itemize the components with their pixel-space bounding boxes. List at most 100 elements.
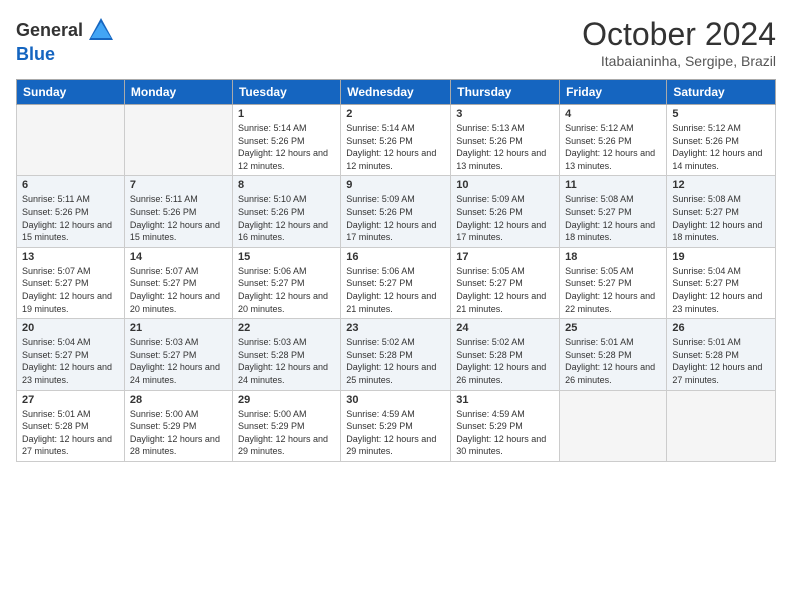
calendar-week-row: 20 Sunrise: 5:04 AM Sunset: 5:27 PM Dayli… <box>17 319 776 390</box>
day-info: Sunrise: 5:00 AM Sunset: 5:29 PM Dayligh… <box>130 408 227 458</box>
col-saturday: Saturday <box>667 80 776 105</box>
day-number: 23 <box>346 322 445 334</box>
calendar-cell <box>124 105 232 176</box>
day-info: Sunrise: 5:12 AM Sunset: 5:26 PM Dayligh… <box>672 122 770 172</box>
calendar-cell: 20 Sunrise: 5:04 AM Sunset: 5:27 PM Dayli… <box>17 319 125 390</box>
calendar-cell: 23 Sunrise: 5:02 AM Sunset: 5:28 PM Dayli… <box>341 319 451 390</box>
day-number: 15 <box>238 251 335 263</box>
calendar-cell: 19 Sunrise: 5:04 AM Sunset: 5:27 PM Dayli… <box>667 247 776 318</box>
day-info: Sunrise: 5:06 AM Sunset: 5:27 PM Dayligh… <box>238 265 335 315</box>
calendar-cell: 27 Sunrise: 5:01 AM Sunset: 5:28 PM Dayli… <box>17 390 125 461</box>
day-info: Sunrise: 5:00 AM Sunset: 5:29 PM Dayligh… <box>238 408 335 458</box>
title-block: October 2024 Itabaianinha, Sergipe, Braz… <box>582 16 776 69</box>
day-number: 25 <box>565 322 661 334</box>
day-info: Sunrise: 5:09 AM Sunset: 5:26 PM Dayligh… <box>456 193 554 243</box>
logo: General Blue <box>16 16 115 65</box>
location-subtitle: Itabaianinha, Sergipe, Brazil <box>582 53 776 69</box>
day-number: 14 <box>130 251 227 263</box>
col-monday: Monday <box>124 80 232 105</box>
col-tuesday: Tuesday <box>232 80 340 105</box>
day-info: Sunrise: 5:14 AM Sunset: 5:26 PM Dayligh… <box>238 122 335 172</box>
calendar-cell: 30Sunrise: 4:59 AM Sunset: 5:29 PM Dayli… <box>341 390 451 461</box>
day-info: Sunrise: 5:05 AM Sunset: 5:27 PM Dayligh… <box>565 265 661 315</box>
day-info: Sunrise: 5:14 AM Sunset: 5:26 PM Dayligh… <box>346 122 445 172</box>
day-info: Sunrise: 5:02 AM Sunset: 5:28 PM Dayligh… <box>456 336 554 386</box>
calendar-cell: 24 Sunrise: 5:02 AM Sunset: 5:28 PM Dayli… <box>451 319 560 390</box>
calendar-cell: 21 Sunrise: 5:03 AM Sunset: 5:27 PM Dayli… <box>124 319 232 390</box>
day-number: 10 <box>456 179 554 191</box>
day-info: Sunrise: 5:01 AM Sunset: 5:28 PM Dayligh… <box>22 408 119 458</box>
day-info: Sunrise: 5:04 AM Sunset: 5:27 PM Dayligh… <box>22 336 119 386</box>
day-number: 24 <box>456 322 554 334</box>
day-number: 1 <box>238 108 335 120</box>
day-info: Sunrise: 5:02 AM Sunset: 5:28 PM Dayligh… <box>346 336 445 386</box>
day-number: 21 <box>130 322 227 334</box>
logo-icon <box>87 16 115 44</box>
calendar-cell: 12 Sunrise: 5:08 AM Sunset: 5:27 PM Dayli… <box>667 176 776 247</box>
calendar-cell: 8Sunrise: 5:10 AM Sunset: 5:26 PM Daylig… <box>232 176 340 247</box>
calendar-table: Sunday Monday Tuesday Wednesday Thursday… <box>16 79 776 462</box>
day-number: 29 <box>238 394 335 406</box>
day-number: 31 <box>456 394 554 406</box>
calendar-cell: 14 Sunrise: 5:07 AM Sunset: 5:27 PM Dayli… <box>124 247 232 318</box>
day-number: 5 <box>672 108 770 120</box>
calendar-week-row: 27 Sunrise: 5:01 AM Sunset: 5:28 PM Dayli… <box>17 390 776 461</box>
calendar-cell: 4 Sunrise: 5:12 AM Sunset: 5:26 PM Daylig… <box>560 105 667 176</box>
calendar-cell: 10 Sunrise: 5:09 AM Sunset: 5:26 PM Dayli… <box>451 176 560 247</box>
calendar-week-row: 6 Sunrise: 5:11 AM Sunset: 5:26 PM Daylig… <box>17 176 776 247</box>
logo-blue: Blue <box>16 44 55 64</box>
calendar-cell: 17Sunrise: 5:05 AM Sunset: 5:27 PM Dayli… <box>451 247 560 318</box>
day-info: Sunrise: 5:09 AM Sunset: 5:26 PM Dayligh… <box>346 193 445 243</box>
day-number: 19 <box>672 251 770 263</box>
day-info: Sunrise: 5:08 AM Sunset: 5:27 PM Dayligh… <box>672 193 770 243</box>
calendar-cell: 11Sunrise: 5:08 AM Sunset: 5:27 PM Dayli… <box>560 176 667 247</box>
day-number: 16 <box>346 251 445 263</box>
day-info: Sunrise: 5:08 AM Sunset: 5:27 PM Dayligh… <box>565 193 661 243</box>
calendar-cell: 28 Sunrise: 5:00 AM Sunset: 5:29 PM Dayli… <box>124 390 232 461</box>
calendar-cell: 3Sunrise: 5:13 AM Sunset: 5:26 PM Daylig… <box>451 105 560 176</box>
day-number: 12 <box>672 179 770 191</box>
day-info: Sunrise: 4:59 AM Sunset: 5:29 PM Dayligh… <box>456 408 554 458</box>
day-number: 18 <box>565 251 661 263</box>
calendar-cell: 26 Sunrise: 5:01 AM Sunset: 5:28 PM Dayli… <box>667 319 776 390</box>
calendar-week-row: 1 Sunrise: 5:14 AM Sunset: 5:26 PM Daylig… <box>17 105 776 176</box>
day-number: 30 <box>346 394 445 406</box>
day-info: Sunrise: 5:01 AM Sunset: 5:28 PM Dayligh… <box>672 336 770 386</box>
calendar-cell: 25Sunrise: 5:01 AM Sunset: 5:28 PM Dayli… <box>560 319 667 390</box>
day-number: 7 <box>130 179 227 191</box>
day-number: 6 <box>22 179 119 191</box>
calendar-cell: 31 Sunrise: 4:59 AM Sunset: 5:29 PM Dayli… <box>451 390 560 461</box>
calendar-cell: 7 Sunrise: 5:11 AM Sunset: 5:26 PM Daylig… <box>124 176 232 247</box>
col-sunday: Sunday <box>17 80 125 105</box>
day-info: Sunrise: 5:03 AM Sunset: 5:28 PM Dayligh… <box>238 336 335 386</box>
calendar-cell: 13Sunrise: 5:07 AM Sunset: 5:27 PM Dayli… <box>17 247 125 318</box>
day-number: 3 <box>456 108 554 120</box>
day-info: Sunrise: 5:12 AM Sunset: 5:26 PM Dayligh… <box>565 122 661 172</box>
calendar-cell <box>560 390 667 461</box>
day-number: 26 <box>672 322 770 334</box>
day-number: 13 <box>22 251 119 263</box>
day-number: 28 <box>130 394 227 406</box>
day-info: Sunrise: 5:11 AM Sunset: 5:26 PM Dayligh… <box>130 193 227 243</box>
day-number: 20 <box>22 322 119 334</box>
day-info: Sunrise: 5:04 AM Sunset: 5:27 PM Dayligh… <box>672 265 770 315</box>
day-number: 17 <box>456 251 554 263</box>
day-info: Sunrise: 5:07 AM Sunset: 5:27 PM Dayligh… <box>130 265 227 315</box>
day-number: 27 <box>22 394 119 406</box>
calendar-cell: 6 Sunrise: 5:11 AM Sunset: 5:26 PM Daylig… <box>17 176 125 247</box>
day-number: 8 <box>238 179 335 191</box>
day-info: Sunrise: 5:11 AM Sunset: 5:26 PM Dayligh… <box>22 193 119 243</box>
day-number: 22 <box>238 322 335 334</box>
col-wednesday: Wednesday <box>341 80 451 105</box>
calendar-cell: 22 Sunrise: 5:03 AM Sunset: 5:28 PM Dayli… <box>232 319 340 390</box>
calendar-cell: 15 Sunrise: 5:06 AM Sunset: 5:27 PM Dayli… <box>232 247 340 318</box>
day-info: Sunrise: 5:03 AM Sunset: 5:27 PM Dayligh… <box>130 336 227 386</box>
day-number: 9 <box>346 179 445 191</box>
header: General Blue October 2024 Itabaianinha, … <box>16 16 776 69</box>
day-number: 2 <box>346 108 445 120</box>
page-container: General Blue October 2024 Itabaianinha, … <box>0 0 792 472</box>
calendar-cell: 18 Sunrise: 5:05 AM Sunset: 5:27 PM Dayli… <box>560 247 667 318</box>
month-title: October 2024 <box>582 16 776 53</box>
col-friday: Friday <box>560 80 667 105</box>
day-number: 4 <box>565 108 661 120</box>
